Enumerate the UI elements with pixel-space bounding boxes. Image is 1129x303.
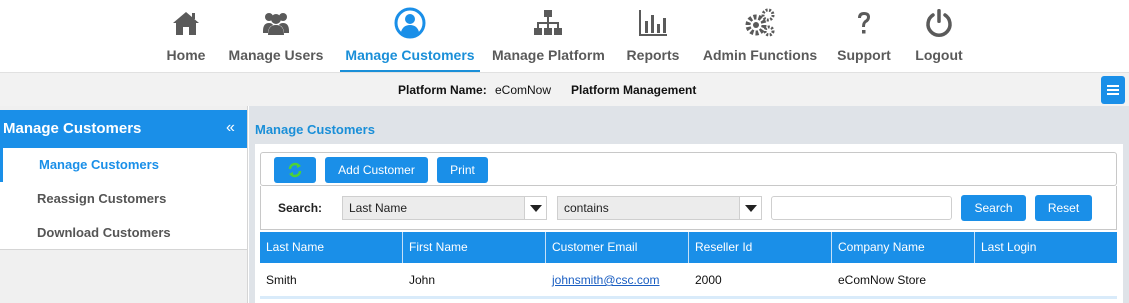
column-header-label: Last Name bbox=[266, 240, 325, 254]
table-row[interactable]: Smith John johnsmith@csc.com 2000 eComNo… bbox=[260, 263, 1117, 299]
nav-label: Support bbox=[837, 47, 891, 63]
column-header-company-name[interactable]: Company Name bbox=[832, 232, 975, 263]
sidebar-title: Manage Customers bbox=[3, 120, 142, 137]
nav-admin-functions[interactable]: Admin Functions bbox=[702, 0, 818, 72]
nav-manage-customers[interactable]: Manage Customers bbox=[340, 0, 480, 72]
content-panel: Add Customer Print Search: Last Name con… bbox=[255, 144, 1123, 303]
nav-support[interactable]: Support bbox=[836, 0, 892, 72]
platform-name-value: eComNow bbox=[495, 83, 552, 97]
cell-reseller-id: 2000 bbox=[689, 263, 832, 296]
top-navigation: Home Manage Users Manage Customers Manag… bbox=[0, 0, 1129, 72]
nav-label: Logout bbox=[915, 47, 963, 63]
home-icon bbox=[173, 12, 199, 35]
power-icon bbox=[926, 9, 952, 37]
sidebar-header: Manage Customers « bbox=[0, 110, 247, 148]
column-header-reseller-id[interactable]: Reseller Id bbox=[689, 232, 832, 263]
main-content: Manage Customers Add Customer Print Sear… bbox=[249, 106, 1129, 303]
column-header-customer-email[interactable]: Customer Email bbox=[546, 232, 689, 263]
cell-last-name: Smith bbox=[260, 263, 403, 296]
sidebar-item-download-customers[interactable]: Download Customers bbox=[0, 216, 247, 250]
cell-first-name: John bbox=[403, 263, 546, 296]
add-customer-button[interactable]: Add Customer bbox=[325, 157, 428, 183]
table-header: Last Name First Name Customer Email Rese… bbox=[260, 232, 1117, 263]
nav-label: Reports bbox=[626, 47, 680, 63]
user-circle-icon bbox=[394, 7, 426, 39]
column-header-last-login[interactable]: Last Login bbox=[975, 232, 1117, 263]
search-input[interactable] bbox=[771, 196, 952, 220]
cell-text: 2000 bbox=[695, 273, 722, 287]
gears-icon bbox=[745, 8, 775, 37]
bar-chart-icon bbox=[639, 10, 667, 36]
nav-manage-users[interactable]: Manage Users bbox=[228, 0, 324, 72]
cell-last-login bbox=[975, 263, 1117, 296]
nav-label: Manage Platform bbox=[492, 47, 605, 63]
refresh-icon bbox=[288, 162, 302, 178]
platform-section: Platform Management bbox=[571, 83, 697, 97]
page-title: Manage Customers bbox=[255, 122, 375, 137]
sidebar-item-label: Reassign Customers bbox=[37, 191, 167, 206]
cell-company: eComNow Store bbox=[832, 263, 975, 296]
search-row: Search: Last Name contains Search Reset bbox=[260, 186, 1117, 230]
platform-name-label: Platform Name: bbox=[398, 83, 487, 97]
menu-icon-line bbox=[1107, 93, 1119, 95]
column-header-label: First Name bbox=[409, 240, 468, 254]
column-header-label: Customer Email bbox=[552, 240, 638, 254]
search-button[interactable]: Search bbox=[961, 195, 1026, 221]
reset-button[interactable]: Reset bbox=[1035, 195, 1092, 221]
nav-label: Manage Users bbox=[228, 47, 324, 63]
print-button[interactable]: Print bbox=[437, 157, 488, 183]
column-header-label: Last Login bbox=[981, 240, 1037, 254]
search-operator-select[interactable]: contains bbox=[557, 196, 762, 220]
cell-email: johnsmith@csc.com bbox=[546, 263, 689, 296]
users-icon bbox=[263, 13, 289, 35]
column-header-label: Company Name bbox=[838, 240, 925, 254]
nav-label: Home bbox=[166, 47, 206, 63]
toolbar: Add Customer Print bbox=[260, 152, 1117, 186]
hamburger-menu-button[interactable] bbox=[1101, 76, 1125, 104]
nav-label: Manage Customers bbox=[345, 47, 475, 63]
nav-home[interactable]: Home bbox=[160, 0, 212, 72]
sidebar-item-label: Manage Customers bbox=[39, 157, 159, 172]
sitemap-icon bbox=[534, 10, 562, 35]
nav-logout[interactable]: Logout bbox=[912, 0, 966, 72]
chevron-down-icon bbox=[739, 197, 761, 219]
cell-text: eComNow Store bbox=[838, 273, 927, 287]
sidebar-item-reassign-customers[interactable]: Reassign Customers bbox=[0, 182, 247, 216]
column-header-last-name[interactable]: Last Name bbox=[260, 232, 403, 263]
nav-label: Admin Functions bbox=[702, 47, 818, 63]
sidebar: Manage Customers « Manage Customers Reas… bbox=[0, 106, 248, 303]
search-label: Search: bbox=[278, 201, 323, 215]
nav-manage-platform[interactable]: Manage Platform bbox=[492, 0, 605, 72]
collapse-icon[interactable]: « bbox=[226, 119, 235, 137]
cell-text: John bbox=[409, 273, 436, 287]
refresh-button[interactable] bbox=[274, 157, 316, 183]
chevron-down-icon bbox=[524, 197, 546, 219]
search-field-value: Last Name bbox=[349, 201, 408, 215]
sidebar-item-manage-customers[interactable]: Manage Customers bbox=[0, 148, 247, 182]
cell-text: Smith bbox=[266, 273, 297, 287]
search-field-select[interactable]: Last Name bbox=[342, 196, 547, 220]
question-icon bbox=[858, 12, 870, 34]
menu-icon-line bbox=[1107, 89, 1119, 91]
column-header-label: Reseller Id bbox=[695, 240, 753, 254]
sidebar-list: Manage Customers Reassign Customers Down… bbox=[0, 148, 247, 250]
menu-icon-line bbox=[1107, 85, 1119, 87]
column-header-first-name[interactable]: First Name bbox=[403, 232, 546, 263]
customer-email-link[interactable]: johnsmith@csc.com bbox=[552, 273, 660, 287]
platform-bar: Platform Name: eComNow Platform Manageme… bbox=[0, 72, 1129, 106]
nav-reports[interactable]: Reports bbox=[624, 0, 682, 72]
sidebar-item-label: Download Customers bbox=[37, 225, 171, 240]
search-operator-value: contains bbox=[564, 201, 609, 215]
